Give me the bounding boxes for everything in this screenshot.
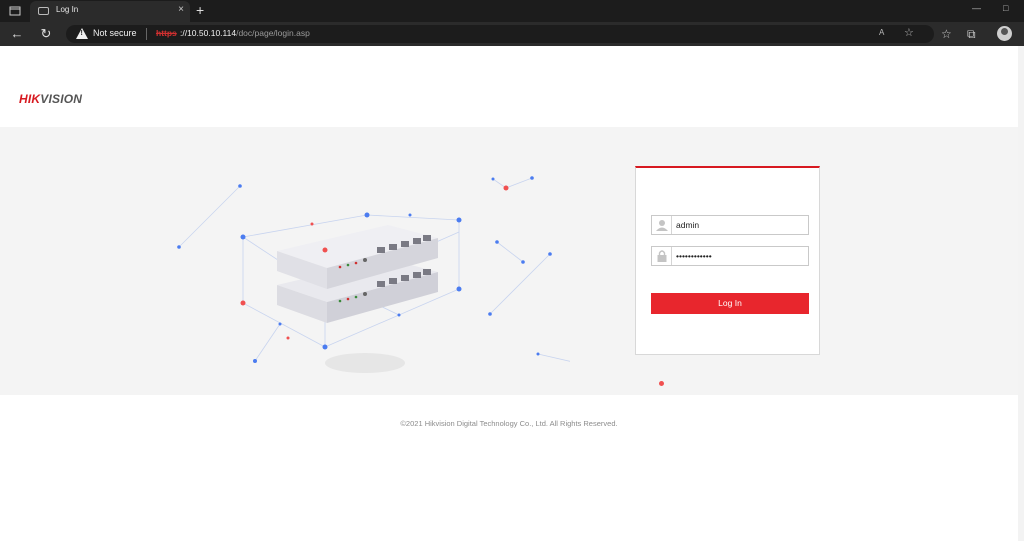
url-divider	[146, 28, 147, 40]
address-toolbar: ← ↻ Not secure https ://10.50.10.114/doc…	[0, 22, 1024, 46]
profile-avatar[interactable]	[997, 26, 1012, 41]
logo-red-text: HIK	[19, 92, 41, 106]
warning-icon[interactable]	[76, 28, 88, 39]
page-scrollbar[interactable]	[1018, 46, 1024, 541]
decor-node-red	[659, 381, 664, 386]
tab-close-icon[interactable]: ×	[178, 4, 184, 15]
network-switch-illustration	[177, 176, 570, 373]
password-input[interactable]	[676, 249, 804, 263]
user-icon	[652, 216, 672, 234]
tab-actions-icon[interactable]	[8, 4, 22, 18]
password-field[interactable]	[651, 246, 809, 266]
maximize-icon[interactable]: □	[1003, 3, 1008, 13]
hikvision-logo: HIKVISION	[19, 92, 82, 106]
favorites-icon[interactable]: ☆	[941, 26, 952, 42]
tab-strip: Log In × + — □	[0, 0, 1024, 22]
url-scheme: https	[156, 28, 177, 38]
url-path: /doc/page/login.asp	[236, 28, 310, 38]
new-tab-button[interactable]: +	[196, 1, 204, 19]
tab-login[interactable]: Log In ×	[30, 1, 190, 22]
security-status[interactable]: Not secure	[93, 28, 137, 38]
collections-icon[interactable]: ⧉	[967, 26, 976, 42]
login-button[interactable]: Log In	[651, 293, 809, 314]
refresh-button[interactable]: ↻	[38, 26, 54, 42]
url-text: ://10.50.10.114/doc/page/login.asp	[180, 28, 310, 38]
login-panel: Log In	[635, 166, 820, 355]
tab-title: Log In	[56, 5, 79, 14]
site-favicon-icon	[38, 7, 49, 15]
minimize-icon[interactable]: —	[972, 3, 981, 13]
add-favorite-icon[interactable]: ☆	[904, 26, 914, 39]
url-host: ://10.50.10.114	[180, 28, 237, 38]
back-button[interactable]: ←	[9, 26, 25, 42]
copyright-text: ©2021 Hikvision Digital Technology Co., …	[400, 419, 618, 428]
lock-icon	[652, 247, 672, 265]
read-aloud-icon[interactable]: A	[879, 28, 884, 37]
logo-gray-text: VISION	[40, 92, 83, 106]
address-bar[interactable]: Not secure https ://10.50.10.114/doc/pag…	[66, 25, 934, 43]
username-field[interactable]	[651, 215, 809, 235]
username-input[interactable]	[676, 218, 804, 232]
